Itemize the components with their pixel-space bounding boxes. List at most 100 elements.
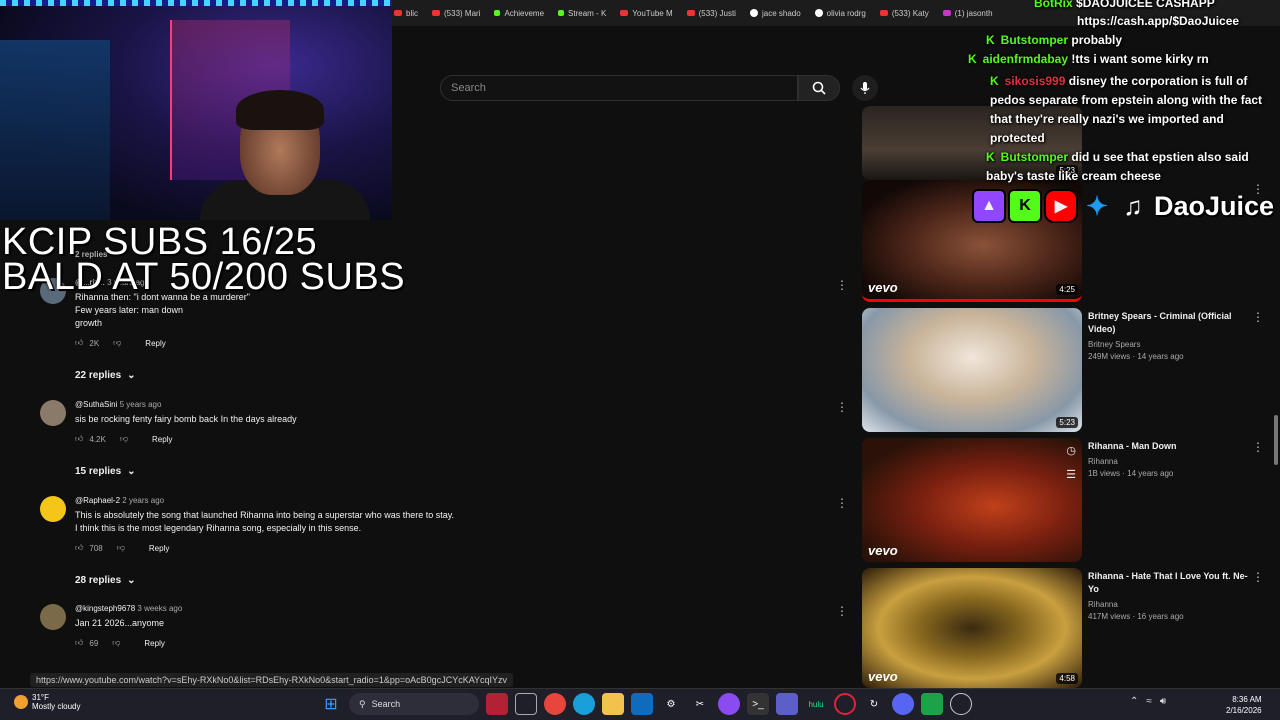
like-icon[interactable]: 👍︎	[75, 543, 83, 553]
browser-tab[interactable]: (533) Justi	[686, 9, 736, 18]
dislike-icon[interactable]: 👎︎	[113, 338, 121, 348]
channel-name[interactable]: Rihanna	[1088, 457, 1248, 466]
video-stats: 417M views · 16 years ago	[1088, 612, 1184, 621]
windows-start-icon[interactable]: ⊞	[320, 693, 342, 715]
weather-widget[interactable]: 31°F Mostly cloudy	[14, 693, 80, 711]
tab-label: Stream - K	[568, 8, 607, 18]
chat-text: probably	[1071, 33, 1123, 47]
task-view-icon[interactable]	[515, 693, 537, 715]
like-icon[interactable]: 👍︎	[75, 434, 83, 444]
channel-name[interactable]: Britney Spears	[1088, 340, 1248, 349]
chrome-icon[interactable]	[544, 693, 566, 715]
browser-tab[interactable]: YouTube M	[620, 9, 673, 18]
channel-name[interactable]: Rihanna	[1088, 600, 1248, 609]
chat-username: BotRix	[1034, 0, 1073, 10]
replies-toggle[interactable]: 15 replies ⌄	[75, 466, 136, 477]
comment-line: Jan 21 2026...anyome	[75, 618, 165, 628]
network-icon[interactable]: ≈	[1146, 696, 1152, 707]
microphone-icon	[860, 82, 870, 94]
browser-tab[interactable]: olivia rodrg	[814, 9, 866, 18]
video-thumbnail[interactable]: 5:23	[862, 308, 1082, 432]
video-info[interactable]: Rihanna - Hate That I Love You ft. Ne-Yo…	[1088, 570, 1248, 621]
add-to-queue-icon[interactable]: ☰	[1066, 468, 1076, 481]
obs-icon[interactable]	[921, 693, 943, 715]
chat-text: !tts i want some kirky rn	[1071, 52, 1209, 66]
more-options-icon[interactable]: ⋮	[1252, 570, 1264, 584]
comment-author[interactable]: @Raphael-2	[75, 496, 120, 505]
streamer-handle: DaoJuice	[1154, 190, 1275, 221]
video-title[interactable]: Rihanna - Hate That I Love You ft. Ne-Yo	[1088, 570, 1248, 596]
browser-tab[interactable]: Stream - K	[558, 9, 606, 18]
scrollbar[interactable]	[1274, 415, 1278, 465]
dislike-icon[interactable]: 👎︎	[112, 638, 120, 648]
background-shelf	[0, 40, 110, 220]
outlook-icon[interactable]	[631, 693, 653, 715]
taskbar-search[interactable]: ⚲ Search	[349, 693, 479, 715]
browser-tab[interactable]: (533) Mari	[432, 9, 480, 18]
refresh-icon[interactable]: ↻	[863, 693, 885, 715]
video-thumbnail[interactable]: vevo 4:58	[862, 568, 1082, 688]
snipping-tool-icon[interactable]: ✂	[689, 693, 711, 715]
webcam-feed	[0, 0, 392, 220]
tab-label: (533) Mari	[444, 8, 481, 18]
watch-later-icon[interactable]: ◷	[1066, 444, 1076, 457]
reply-button[interactable]: Reply	[152, 435, 172, 444]
video-info[interactable]: Rihanna - Man Down Rihanna 1B views · 14…	[1088, 440, 1248, 478]
dislike-icon[interactable]: 👎︎	[120, 434, 128, 444]
dislike-icon[interactable]: 👎︎	[117, 543, 125, 553]
comment-actions: 👍︎ 4.2K 👎︎ Reply	[75, 434, 775, 444]
teams-icon[interactable]	[776, 693, 798, 715]
volume-icon[interactable]: 🔊︎	[1160, 696, 1166, 707]
terminal-icon[interactable]: >_	[747, 693, 769, 715]
chat-text: https://cash.app/$DaoJuicee	[1077, 14, 1240, 28]
like-icon[interactable]: 👍︎	[75, 638, 83, 648]
comment-meta: @Raphael-2 2 years ago	[75, 496, 775, 505]
edge-icon[interactable]	[573, 693, 595, 715]
chevron-up-icon[interactable]: ⌃	[1130, 696, 1138, 707]
kick-icon: K	[1008, 189, 1042, 223]
discord-icon[interactable]	[892, 693, 914, 715]
search-button[interactable]	[798, 75, 840, 101]
more-options-icon[interactable]: ⋮	[836, 604, 848, 618]
browser-tab[interactable]: blic	[394, 9, 418, 18]
more-options-icon[interactable]: ⋮	[836, 400, 848, 414]
comment-author[interactable]: @SuthaSini	[75, 400, 117, 409]
chevron-down-icon: ⌄	[127, 575, 136, 586]
stream-chat: BotRix $DAOJUICEE CASHAPP https://cash.a…	[960, 0, 1280, 190]
video-title[interactable]: Rihanna - Man Down	[1088, 440, 1248, 453]
reply-button[interactable]: Reply	[149, 544, 169, 553]
video-thumbnail[interactable]: vevo ◷ ☰	[862, 438, 1082, 562]
hulu-icon[interactable]: hulu	[805, 693, 827, 715]
app-icon[interactable]	[950, 693, 972, 715]
like-count: 4.2K	[89, 434, 106, 444]
reply-button[interactable]: Reply	[145, 339, 165, 348]
browser-tab[interactable]: jace shado	[749, 8, 801, 18]
video-title[interactable]: Britney Spears - Criminal (Official Vide…	[1088, 310, 1248, 336]
flag-icon[interactable]	[486, 693, 508, 715]
more-options-icon[interactable]: ⋮	[836, 496, 848, 510]
replies-toggle[interactable]: 28 replies ⌄	[75, 575, 136, 586]
chat-message: Ksikosis999 disney the corporation is fu…	[990, 72, 1278, 148]
copilot-icon[interactable]	[718, 693, 740, 715]
file-explorer-icon[interactable]	[602, 693, 624, 715]
search-input[interactable]: Search	[440, 75, 798, 101]
search-icon: ⚲	[359, 698, 366, 709]
comment-author[interactable]: @kingsteph9678	[75, 604, 135, 613]
more-options-icon[interactable]: ⋮	[836, 278, 848, 292]
reply-button[interactable]: Reply	[144, 639, 164, 648]
google-icon	[814, 9, 823, 17]
more-options-icon[interactable]: ⋮	[1252, 440, 1264, 454]
replies-toggle[interactable]: 22 replies ⌄	[75, 370, 136, 381]
browser-tab[interactable]: Achieveme	[494, 9, 544, 18]
browser-tab[interactable]: (533) Katy	[879, 9, 929, 18]
clock-date: 2/16/2026	[1226, 706, 1262, 715]
clock[interactable]: 8:36 AM 2/16/2026	[1226, 694, 1262, 716]
video-info[interactable]: Britney Spears - Criminal (Official Vide…	[1088, 310, 1248, 361]
opera-icon[interactable]	[834, 693, 856, 715]
bald-goal-text: BALD AT 50/200 SUBS	[2, 256, 406, 298]
kick-badge-icon: K	[986, 150, 995, 164]
settings-icon[interactable]: ⚙	[660, 693, 682, 715]
more-options-icon[interactable]: ⋮	[1252, 310, 1264, 324]
like-icon[interactable]: 👍︎	[75, 338, 83, 348]
tab-label: jace shado	[761, 8, 801, 18]
